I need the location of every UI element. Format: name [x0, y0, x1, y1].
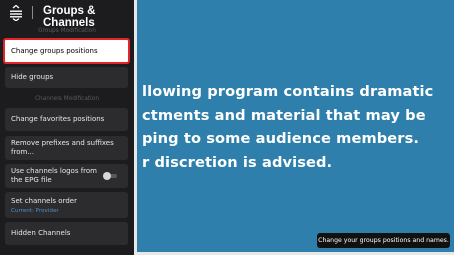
item-label: Hidden Channels	[11, 229, 71, 237]
item-label: Use channels logos from the EPG file	[11, 167, 97, 184]
change-favorites-positions-item[interactable]: Change favorites positions	[5, 108, 128, 131]
epg-logos-toggle[interactable]	[103, 172, 118, 180]
use-epg-logos-item[interactable]: Use channels logos from the EPG file	[5, 164, 128, 188]
section-label-groups: Groups Modification	[38, 28, 96, 34]
content-warning-text: llowing program contains dramatic ctment…	[142, 83, 434, 171]
item-label: Change groups positions	[11, 46, 98, 55]
item-sub-value: Current: Provider	[11, 207, 59, 214]
hide-groups-item[interactable]: Hide groups	[5, 67, 128, 88]
hint-tooltip: Change your groups positions and names.	[317, 233, 450, 248]
section-label-channels: Channels Modification	[35, 96, 99, 102]
item-label: Remove prefixes and suffixes from...	[11, 139, 114, 156]
sidebar-header: Groups & Channels	[0, 0, 134, 29]
toggle-knob	[103, 172, 111, 180]
remove-prefixes-suffixes-item[interactable]: Remove prefixes and suffixes from...	[5, 136, 128, 160]
change-groups-positions-item[interactable]: Change groups positions	[3, 38, 130, 64]
set-channels-order-item[interactable]: Set channels order Current: Provider	[5, 192, 128, 218]
item-label: Hide groups	[11, 73, 54, 81]
item-label: Change favorites positions	[11, 115, 105, 123]
hidden-channels-item[interactable]: Hidden Channels	[5, 222, 128, 245]
menu-icon[interactable]	[9, 4, 23, 22]
sidebar-title: Groups & Channels	[43, 5, 96, 29]
header-divider	[32, 6, 33, 19]
groups-channels-sidebar: Groups & Channels Groups Modification Ch…	[0, 0, 134, 255]
item-label: Set channels order	[11, 196, 77, 205]
tv-screen: llowing program contains dramatic ctment…	[0, 0, 454, 255]
video-frame: llowing program contains dramatic ctment…	[134, 0, 454, 255]
video-border-left	[134, 0, 137, 255]
